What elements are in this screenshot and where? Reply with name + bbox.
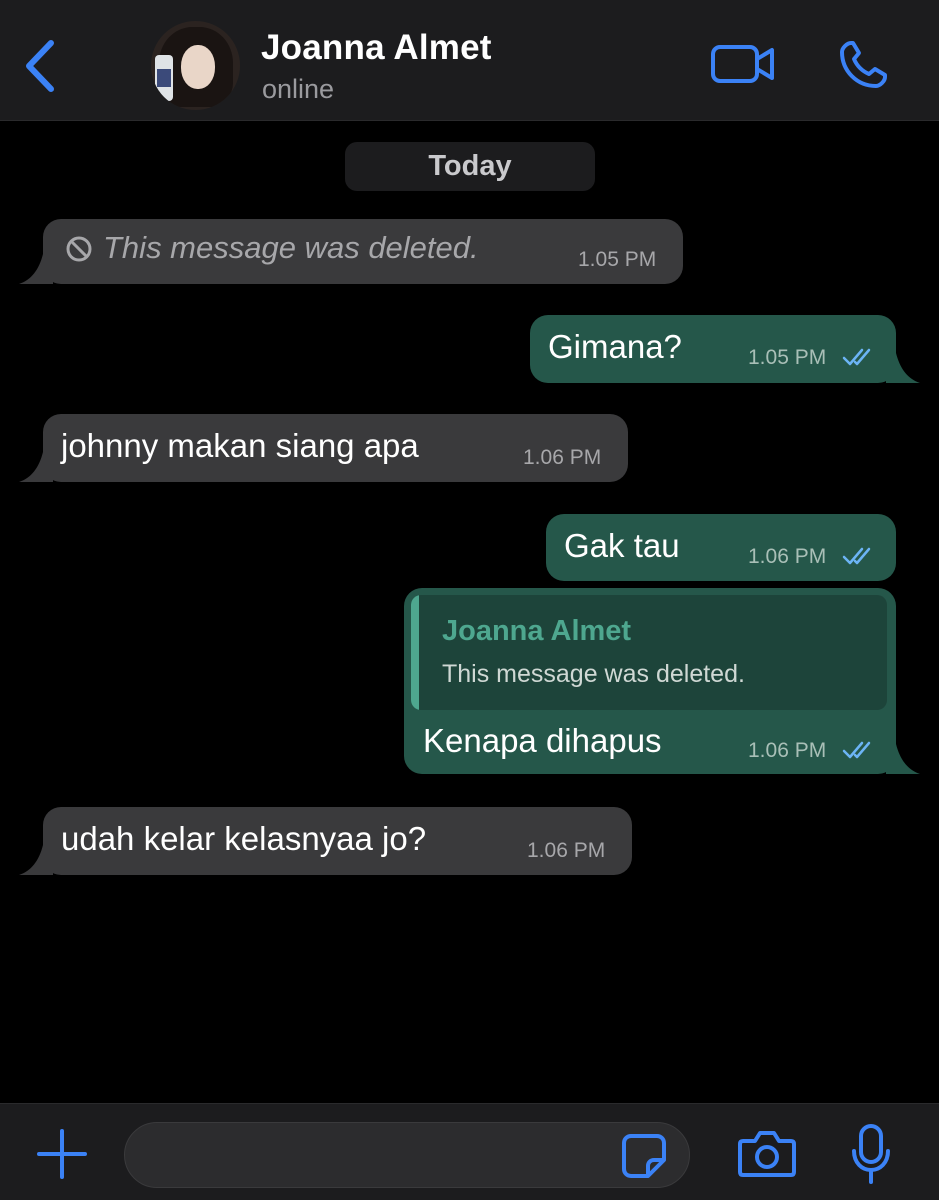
plus-icon bbox=[37, 1129, 87, 1179]
voice-call-button[interactable] bbox=[832, 36, 894, 94]
quoted-sender-name: Joanna Almet bbox=[442, 615, 632, 647]
back-button[interactable] bbox=[18, 36, 62, 96]
message-bubble-outgoing[interactable]: Gimana? 1.05 PM bbox=[530, 315, 920, 383]
message-text: Kenapa dihapus bbox=[423, 722, 662, 759]
date-separator: Today bbox=[345, 142, 595, 191]
prohibited-icon bbox=[66, 236, 92, 262]
message-text: Gimana? bbox=[548, 328, 682, 365]
quoted-message[interactable]: Joanna Almet This message was deleted. bbox=[411, 595, 887, 710]
deleted-message-text: This message was deleted. bbox=[103, 230, 479, 265]
message-bubble-incoming[interactable]: This message was deleted. 1.05 PM bbox=[19, 219, 683, 284]
message-bubble-outgoing[interactable]: Gak tau 1.06 PM bbox=[546, 514, 896, 581]
message-time: 1.06 PM bbox=[748, 739, 827, 762]
message-bubble-outgoing-reply[interactable]: Joanna Almet This message was deleted. K… bbox=[404, 588, 920, 774]
message-text: Gak tau bbox=[564, 527, 680, 564]
message-bubble-incoming[interactable]: johnny makan siang apa 1.06 PM bbox=[19, 414, 628, 482]
message-time: 1.06 PM bbox=[527, 839, 606, 862]
quote-accent-bar bbox=[411, 595, 419, 710]
message-time: 1.05 PM bbox=[578, 248, 657, 271]
double-check-icon bbox=[842, 348, 871, 366]
message-input-container[interactable] bbox=[124, 1122, 690, 1188]
attach-button[interactable] bbox=[34, 1126, 90, 1182]
contact-avatar[interactable] bbox=[151, 21, 240, 110]
message-time: 1.05 PM bbox=[748, 346, 827, 369]
message-bubble-incoming[interactable]: udah kelar kelasnyaa jo? 1.06 PM bbox=[19, 807, 632, 875]
double-check-icon bbox=[842, 547, 871, 565]
contact-name[interactable]: Joanna Almet bbox=[261, 28, 492, 68]
phone-icon bbox=[840, 41, 887, 88]
sticker-button[interactable] bbox=[619, 1131, 669, 1181]
camera-icon bbox=[738, 1131, 796, 1177]
quoted-message-text: This message was deleted. bbox=[442, 660, 745, 688]
message-text: udah kelar kelasnyaa jo? bbox=[61, 820, 427, 857]
voice-message-button[interactable] bbox=[846, 1122, 896, 1186]
video-camera-icon bbox=[711, 45, 774, 83]
message-text: johnny makan siang apa bbox=[61, 427, 419, 464]
message-time: 1.06 PM bbox=[748, 545, 827, 568]
microphone-icon bbox=[852, 1124, 890, 1184]
video-call-button[interactable] bbox=[708, 38, 778, 90]
sticker-icon bbox=[622, 1134, 666, 1178]
message-composer bbox=[0, 1103, 939, 1200]
message-input[interactable] bbox=[147, 1133, 607, 1179]
chat-header: Joanna Almet online bbox=[0, 0, 939, 121]
contact-status: online bbox=[262, 74, 335, 104]
camera-button[interactable] bbox=[734, 1126, 800, 1182]
chevron-left-icon bbox=[26, 40, 54, 92]
double-check-icon bbox=[842, 741, 871, 759]
message-time: 1.06 PM bbox=[523, 446, 602, 469]
